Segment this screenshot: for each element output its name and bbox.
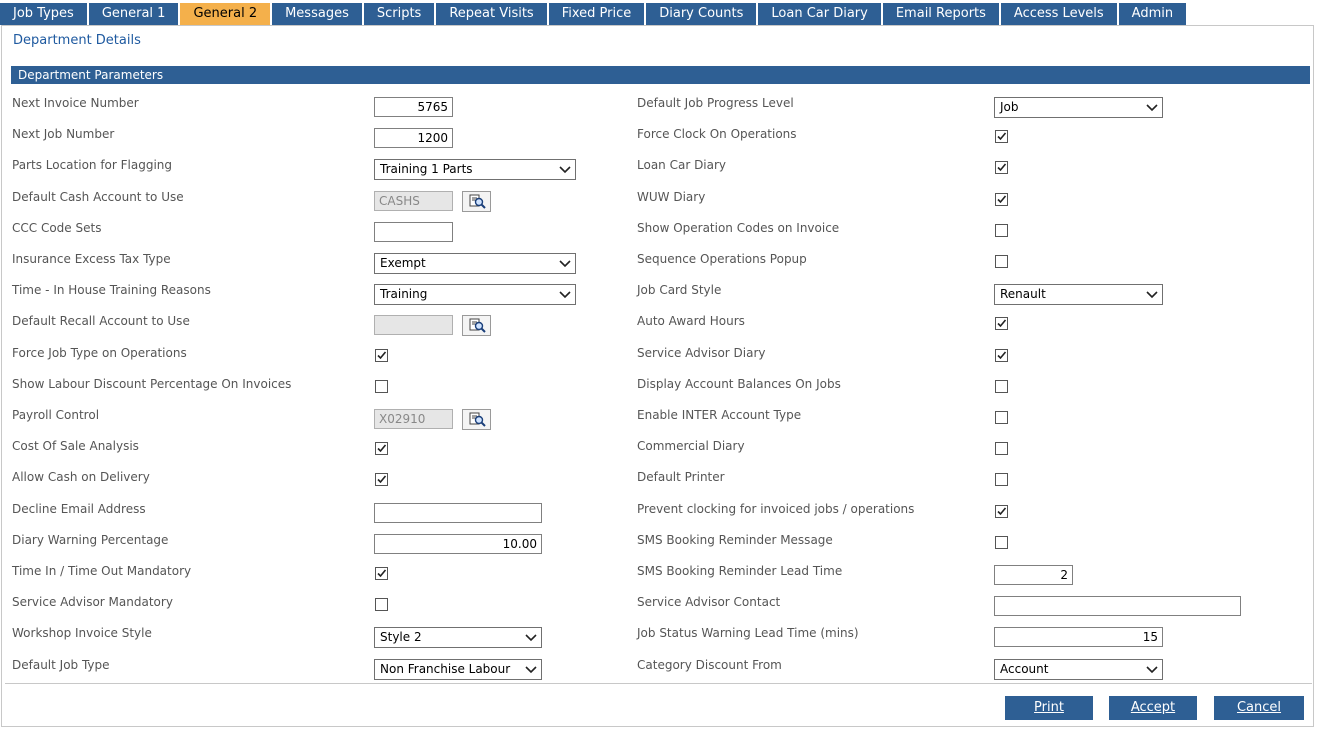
cancel-button[interactable]: Cancel xyxy=(1214,696,1304,720)
field-row-job-card-style: Job Card Style Renault xyxy=(0,282,1318,306)
field-row-show-operation-codes-on-invoice: Show Operation Codes on Invoice xyxy=(0,220,1318,244)
checkmark-icon xyxy=(997,507,1007,516)
checkmark-icon xyxy=(997,163,1007,172)
field-row-default-job-progress-level: Default Job Progress Level Job xyxy=(0,95,1318,119)
default-job-progress-level-select[interactable]: Job xyxy=(994,97,1163,118)
sequence-operations-popup-checkbox[interactable] xyxy=(995,255,1008,268)
wuw-diary-checkbox[interactable] xyxy=(995,193,1008,206)
section-header: Department Parameters xyxy=(11,66,1310,84)
select-value: Job xyxy=(1000,100,1019,114)
default-printer-checkbox[interactable] xyxy=(995,473,1008,486)
field-row-sms-booking-reminder-message: SMS Booking Reminder Message xyxy=(0,532,1318,556)
field-label: Force Clock On Operations xyxy=(637,127,797,141)
commercial-diary-checkbox[interactable] xyxy=(995,442,1008,455)
field-row-category-discount-from: Category Discount From Account xyxy=(0,657,1318,681)
tab-admin[interactable]: Admin xyxy=(1118,3,1187,25)
service-advisor-contact-input[interactable] xyxy=(994,596,1241,616)
field-label: Display Account Balances On Jobs xyxy=(637,377,841,391)
select-value: Account xyxy=(1000,662,1049,676)
field-label: Service Advisor Diary xyxy=(637,346,766,360)
field-label: Prevent clocking for invoiced jobs / ope… xyxy=(637,502,915,516)
sms-booking-reminder-lead-time-input[interactable]: 2 xyxy=(994,565,1073,585)
field-label: Service Advisor Contact xyxy=(637,595,781,609)
select-value: Renault xyxy=(1000,287,1046,301)
field-row-loan-car-diary: Loan Car Diary xyxy=(0,157,1318,181)
tab-email-reports[interactable]: Email Reports xyxy=(882,3,999,25)
checkmark-icon xyxy=(997,132,1007,141)
chevron-down-icon xyxy=(1146,291,1158,299)
field-row-auto-award-hours: Auto Award Hours xyxy=(0,313,1318,337)
field-row-wuw-diary: WUW Diary xyxy=(0,189,1318,213)
show-operation-codes-on-invoice-checkbox[interactable] xyxy=(995,224,1008,237)
field-label: Job Card Style xyxy=(637,283,722,297)
loan-car-diary-checkbox[interactable] xyxy=(995,161,1008,174)
force-clock-on-operations-checkbox[interactable] xyxy=(995,130,1008,143)
field-label: SMS Booking Reminder Message xyxy=(637,533,833,547)
field-row-sms-booking-reminder-lead-time: SMS Booking Reminder Lead Time 2 xyxy=(0,563,1318,587)
checkmark-icon xyxy=(997,319,1007,328)
field-row-service-advisor-diary: Service Advisor Diary xyxy=(0,345,1318,369)
tab-general-2[interactable]: General 2 xyxy=(180,3,271,25)
field-label: Default Printer xyxy=(637,470,725,484)
tab-diary-counts[interactable]: Diary Counts xyxy=(646,3,757,25)
field-row-prevent-clocking-for-invoiced-jobs-operations: Prevent clocking for invoiced jobs / ope… xyxy=(0,501,1318,525)
field-row-job-status-warning-lead-time-mins: Job Status Warning Lead Time (mins) 15 xyxy=(0,625,1318,649)
footer-divider xyxy=(5,683,1312,684)
field-label: Category Discount From xyxy=(637,658,782,672)
tab-access-levels[interactable]: Access Levels xyxy=(1000,3,1117,25)
job-status-warning-lead-time-mins-input[interactable]: 15 xyxy=(994,627,1163,647)
accept-button[interactable]: Accept xyxy=(1109,696,1197,720)
field-label: Show Operation Codes on Invoice xyxy=(637,221,840,235)
checkmark-icon xyxy=(997,195,1007,204)
job-card-style-select[interactable]: Renault xyxy=(994,284,1163,305)
enable-inter-account-type-checkbox[interactable] xyxy=(995,411,1008,424)
field-label: SMS Booking Reminder Lead Time xyxy=(637,564,843,578)
field-label: WUW Diary xyxy=(637,190,706,204)
tab-loan-car-diary[interactable]: Loan Car Diary xyxy=(758,3,881,25)
field-row-service-advisor-contact: Service Advisor Contact xyxy=(0,594,1318,618)
tab-messages[interactable]: Messages xyxy=(272,3,362,25)
tab-job-types[interactable]: Job Types xyxy=(0,3,87,25)
field-row-commercial-diary: Commercial Diary xyxy=(0,438,1318,462)
field-row-enable-inter-account-type: Enable INTER Account Type xyxy=(0,407,1318,431)
auto-award-hours-checkbox[interactable] xyxy=(995,317,1008,330)
field-label: Auto Award Hours xyxy=(637,314,745,328)
tab-scripts[interactable]: Scripts xyxy=(363,3,435,25)
field-row-display-account-balances-on-jobs: Display Account Balances On Jobs xyxy=(0,376,1318,400)
category-discount-from-select[interactable]: Account xyxy=(994,659,1163,680)
display-account-balances-on-jobs-checkbox[interactable] xyxy=(995,380,1008,393)
field-row-default-printer: Default Printer xyxy=(0,469,1318,493)
prevent-clocking-for-invoiced-jobs-operations-checkbox[interactable] xyxy=(995,505,1008,518)
field-label: Job Status Warning Lead Time (mins) xyxy=(637,626,859,640)
field-row-force-clock-on-operations: Force Clock On Operations xyxy=(0,126,1318,150)
field-label: Sequence Operations Popup xyxy=(637,252,807,266)
checkmark-icon xyxy=(997,351,1007,360)
tab-fixed-price[interactable]: Fixed Price xyxy=(548,3,645,25)
field-row-sequence-operations-popup: Sequence Operations Popup xyxy=(0,251,1318,275)
field-label: Default Job Progress Level xyxy=(637,96,794,110)
field-label: Loan Car Diary xyxy=(637,158,727,172)
sms-booking-reminder-message-checkbox[interactable] xyxy=(995,536,1008,549)
field-label: Commercial Diary xyxy=(637,439,745,453)
tab-bar: Job Types General 1 General 2 Messages Scrip… xyxy=(0,3,1188,25)
field-label: Enable INTER Account Type xyxy=(637,408,802,422)
page-title: Department Details xyxy=(13,33,141,48)
print-button[interactable]: Print xyxy=(1005,696,1093,720)
tab-repeat-visits[interactable]: Repeat Visits xyxy=(436,3,547,25)
tab-general-1[interactable]: General 1 xyxy=(88,3,179,25)
service-advisor-diary-checkbox[interactable] xyxy=(995,349,1008,362)
chevron-down-icon xyxy=(1146,666,1158,674)
chevron-down-icon xyxy=(1146,104,1158,112)
